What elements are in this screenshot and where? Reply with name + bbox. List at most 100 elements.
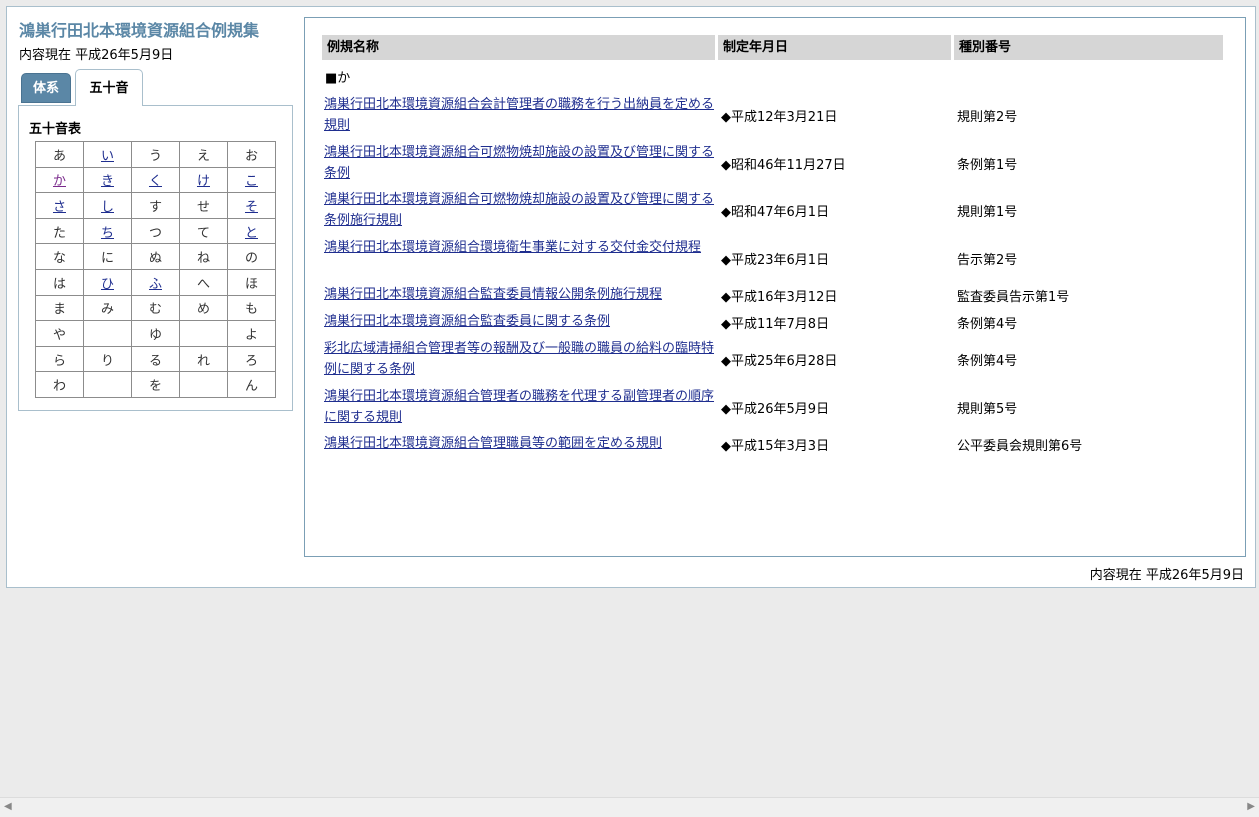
kana-char: う [148, 148, 162, 164]
kana-char: あ [52, 148, 66, 164]
kana-cell[interactable]: さ [35, 192, 84, 219]
kana-cell [179, 320, 228, 347]
kana-char: ゆ [148, 327, 162, 343]
kana-link[interactable]: ひ [101, 277, 114, 292]
kana-cell: ほ [227, 268, 276, 296]
kana-char: り [100, 353, 114, 369]
kana-cell: ね [179, 243, 228, 270]
kana-cell[interactable]: い [83, 141, 132, 168]
results-panel: 例規名称 制定年月日 種別番号 ■か 鴻巣行田北本環境資源組合会計管理者の職務を… [304, 17, 1246, 557]
result-date: ◆昭和46年11月27日 [721, 158, 846, 173]
tab-gojuon[interactable]: 五十音 [75, 69, 143, 106]
result-title: 鴻巣行田北本環境資源組合監査委員に関する条例 [324, 311, 714, 332]
kana-cell: す [131, 192, 180, 219]
kana-cell[interactable]: ち [83, 217, 132, 245]
result-date: ◆昭和47年6月1日 [721, 205, 830, 220]
result-link[interactable]: 鴻巣行田北本環境資源組合会計管理者の職務を行う出納員を定める規則 [324, 97, 714, 133]
kana-link[interactable]: ふ [149, 277, 162, 292]
result-date: ◆平成26年5月9日 [721, 402, 830, 417]
scroll-left-icon[interactable]: ◀ [4, 801, 12, 812]
kana-char: ま [52, 302, 66, 318]
kana-char: お [244, 148, 258, 164]
kana-row: あ い う えお [35, 141, 276, 168]
kana-cell: ゆ [131, 320, 180, 347]
kana-cell: へ [179, 268, 228, 296]
result-link[interactable]: 鴻巣行田北本環境資源組合監査委員に関する条例 [324, 314, 610, 329]
kana-char: ね [196, 251, 210, 267]
kana-char: も [244, 302, 258, 318]
kana-cell: ら [35, 345, 84, 373]
kana-cell[interactable]: き [83, 166, 132, 194]
kana-row: たちつてと [35, 217, 276, 245]
kana-link[interactable]: か [53, 174, 66, 189]
kana-link[interactable]: い [101, 149, 114, 164]
horizontal-scrollbar[interactable]: ◀ ▶ [0, 797, 1259, 817]
result-title: 鴻巣行田北本環境資源組合管理職員等の範囲を定める規則 [324, 433, 714, 454]
kana-link[interactable]: し [101, 200, 114, 215]
kana-char: な [52, 251, 66, 267]
kana-link[interactable]: ち [101, 226, 114, 241]
kana-cell[interactable]: か [35, 166, 84, 194]
kana-char: め [196, 302, 210, 318]
result-link[interactable]: 鴻巣行田北本環境資源組合監査委員情報公開条例施行規程 [324, 287, 662, 302]
result-link[interactable]: 鴻巣行田北本環境資源組合管理職員等の範囲を定める規則 [324, 436, 662, 451]
kana-link[interactable]: く [149, 174, 162, 189]
kana-char: て [196, 225, 210, 241]
kana-cell: る [131, 345, 180, 373]
kana-char: や [52, 327, 66, 343]
kana-link[interactable]: そ [245, 200, 258, 215]
scroll-right-icon[interactable]: ▶ [1247, 801, 1255, 812]
result-date: ◆平成16年3月12日 [721, 289, 838, 305]
page-frame: 鴻巣行田北本環境資源組合例規集 内容現在 平成26年5月9日 体系 五十音 五十… [6, 6, 1256, 588]
kana-cell: て [179, 217, 228, 245]
kana-table-heading: 五十音表 [29, 122, 82, 137]
result-title: 彩北広域清掃組合管理者等の報酬及び一般職の職員の給料の臨時特例に関する条例 [324, 338, 714, 380]
kana-cell: え [179, 141, 228, 168]
kana-cell: れ [179, 345, 228, 373]
result-number: 規則第2号 [957, 110, 1018, 125]
kana-cell[interactable]: そ [227, 192, 276, 219]
result-number: 条例第1号 [957, 158, 1018, 173]
kana-link[interactable]: さ [53, 200, 66, 215]
kana-cell[interactable]: け [179, 166, 228, 194]
result-link[interactable]: 鴻巣行田北本環境資源組合可燃物焼却施設の設置及び管理に関する条例施行規則 [324, 192, 714, 228]
kana-cell: め [179, 294, 228, 322]
kana-cell[interactable]: し [83, 192, 132, 219]
kana-char: ぬ [148, 251, 162, 267]
result-link[interactable]: 彩北広域清掃組合管理者等の報酬及び一般職の職員の給料の臨時特例に関する条例 [324, 341, 714, 377]
kana-cell: せ [179, 192, 228, 219]
kana-link[interactable]: け [197, 174, 210, 189]
result-title: 鴻巣行田北本環境資源組合管理者の職務を代理する副管理者の順序に関する規則 [324, 386, 714, 428]
result-number: 公平委員会規則第6号 [957, 438, 1083, 454]
kana-cell[interactable]: く [131, 166, 180, 194]
kana-char: む [148, 302, 162, 318]
kana-cell: わ [35, 371, 84, 398]
result-date: ◆平成25年6月28日 [721, 354, 838, 369]
kana-cell[interactable]: ふ [131, 268, 180, 296]
kana-row: かきくけこ [35, 166, 276, 194]
current-date-top: 内容現在 平成26年5月9日 [19, 48, 174, 63]
kana-link[interactable]: と [245, 226, 258, 241]
kana-cell: よ [227, 320, 276, 347]
kana-link[interactable]: こ [245, 174, 258, 189]
kana-char: ろ [244, 353, 258, 369]
kana-cell[interactable]: と [227, 217, 276, 245]
result-link[interactable]: 鴻巣行田北本環境資源組合管理者の職務を代理する副管理者の順序に関する規則 [324, 389, 714, 425]
kana-link[interactable]: き [101, 174, 114, 189]
kana-cell[interactable]: ひ [83, 268, 132, 296]
result-title: 鴻巣行田北本環境資源組合会計管理者の職務を行う出納員を定める規則 [324, 94, 714, 136]
kana-char: わ [52, 379, 66, 395]
kana-char: を [148, 379, 162, 395]
result-date: ◆平成23年6月1日 [721, 253, 830, 268]
kana-cell[interactable]: こ [227, 166, 276, 194]
column-header-date: 制定年月日 [718, 35, 951, 60]
kana-char: は [52, 276, 66, 292]
kana-cell: な [35, 243, 84, 270]
result-number: 条例第4号 [957, 316, 1018, 332]
kana-cell: ぬ [131, 243, 180, 270]
kana-cell [179, 371, 228, 398]
kana-cell: は [35, 268, 84, 296]
result-link[interactable]: 鴻巣行田北本環境資源組合可燃物焼却施設の設置及び管理に関する条例 [324, 145, 714, 181]
result-link[interactable]: 鴻巣行田北本環境資源組合環境衛生事業に対する交付金交付規程 [324, 240, 701, 255]
tab-taikei[interactable]: 体系 [21, 73, 71, 103]
